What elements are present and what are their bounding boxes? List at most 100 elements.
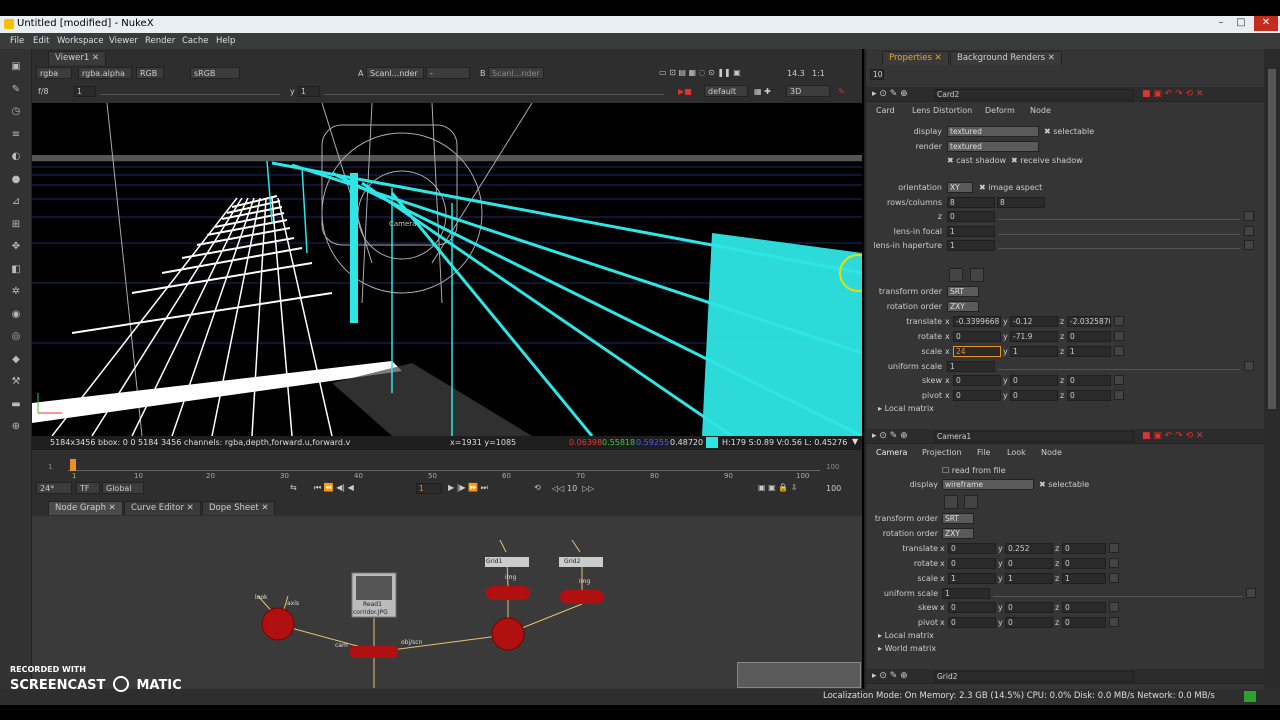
rotation-order-dropdown[interactable]: ZXY — [947, 301, 979, 312]
cache-icons[interactable]: ▣ ▣ 🔒 ⇩ — [758, 483, 797, 492]
camera-pivot-y-field[interactable]: 0 — [1005, 617, 1053, 628]
toolsets-tool-icon[interactable]: ⚒ — [10, 376, 22, 388]
uniform-scale-field[interactable]: 1 — [947, 361, 995, 372]
panel-buttons[interactable]: ■ ▣ ↶ ↷ ⟲ ✕ — [1142, 89, 1203, 99]
camera-pivot-z-field[interactable]: 0 — [1062, 617, 1106, 628]
node-graph-minimap[interactable] — [737, 662, 861, 688]
transform-handle-icon[interactable] — [970, 268, 984, 282]
translate-x-field[interactable]: -0.3399668 — [953, 316, 1001, 327]
camera-translate-z-field[interactable]: 0 — [1062, 543, 1106, 554]
tab-viewer1[interactable]: Viewer1 ✕ — [48, 51, 107, 65]
time-tool-icon[interactable]: ◷ — [10, 106, 22, 118]
other-tool-icon[interactable]: ▬ — [10, 399, 22, 411]
scale-z-field[interactable]: 1 — [1067, 346, 1111, 357]
read-from-file-checkbox[interactable]: ☐ read from file — [942, 466, 1006, 475]
camera-scale-x-field[interactable]: 1 — [948, 573, 996, 584]
camera-transform-order-dropdown[interactable]: SRT — [942, 513, 974, 524]
camera-pivot-x-field[interactable]: 0 — [948, 617, 996, 628]
views-tool-icon[interactable]: ◎ — [10, 331, 22, 343]
filter-tool-icon[interactable]: ● — [10, 174, 22, 186]
camera-rotate-y-field[interactable]: 0 — [1005, 558, 1053, 569]
camera-scale-animation-button[interactable] — [1109, 573, 1119, 583]
menu-help[interactable]: Help — [216, 36, 235, 46]
properties-scrollbar[interactable] — [1264, 49, 1280, 689]
camera-rotate-z-field[interactable]: 0 — [1062, 558, 1106, 569]
camera-skew-y-field[interactable]: 0 — [1005, 602, 1053, 613]
particles-tool-icon[interactable]: ✲ — [10, 286, 22, 298]
pivot-x-field[interactable]: 0 — [953, 390, 1001, 401]
camera-transform-handle-icon[interactable] — [964, 495, 978, 509]
rgb-dropdown[interactable]: RGB — [136, 67, 164, 79]
tab-dope-sheet[interactable]: Dope Sheet ✕ — [202, 501, 276, 515]
step-forward-icon[interactable]: ▷▷ — [582, 484, 594, 493]
scrollbar-thumb[interactable] — [1268, 69, 1276, 409]
lut-dropdown[interactable]: sRGB — [190, 67, 240, 79]
tab-deform[interactable]: Deform — [985, 106, 1015, 115]
cast-shadow-checkbox[interactable]: ✖ cast shadow — [947, 156, 1006, 165]
forward-controls[interactable]: ▶ |▶ ⏩ ⏭ — [448, 483, 488, 493]
display-dropdown[interactable]: textured — [947, 126, 1039, 137]
grid2-header-icons[interactable]: ▸ ⊙ ✎ ⊕ — [872, 671, 908, 681]
color-tool-icon[interactable]: ◐ — [10, 151, 22, 163]
card2-name-field[interactable]: Card2 — [934, 89, 1134, 100]
input-a-dropdown[interactable]: Scanl...nder — [366, 67, 424, 79]
grid2-name-field[interactable]: Grid2 — [934, 671, 1134, 682]
menu-edit[interactable]: Edit — [33, 36, 49, 46]
tab-node[interactable]: Node — [1030, 106, 1051, 115]
menu-viewer[interactable]: Viewer — [109, 36, 138, 46]
3d-tool-icon[interactable]: ◧ — [10, 264, 22, 276]
camera-translate-y-field[interactable]: 0.252 — [1005, 543, 1053, 554]
minimize-button[interactable]: – — [1212, 16, 1230, 31]
scene-node[interactable] — [491, 617, 525, 651]
camera-uniform-scale-slider[interactable] — [993, 589, 1243, 597]
camera-translate-x-field[interactable]: 0 — [948, 543, 996, 554]
deep-tool-icon[interactable]: ◉ — [10, 309, 22, 321]
image-aspect-checkbox[interactable]: ✖ image aspect — [979, 183, 1042, 192]
ratio-value[interactable]: 1:1 — [812, 69, 825, 78]
local-matrix-toggle[interactable]: ▸ Local matrix — [878, 404, 934, 413]
menu-cache[interactable]: Cache — [182, 36, 208, 46]
camera-rotation-order-dropdown[interactable]: ZXY — [942, 528, 974, 539]
tab-card[interactable]: Card — [876, 106, 895, 115]
camera-mode-dropdown[interactable]: default — [704, 85, 748, 97]
camera-node[interactable] — [350, 646, 398, 658]
lens-in-focal-animation-button[interactable] — [1244, 226, 1254, 236]
loop-icon[interactable]: ⟲ — [534, 483, 541, 492]
camera1-name-field[interactable]: Camera1 — [934, 431, 1134, 442]
pivot-y-field[interactable]: 0 — [1010, 390, 1058, 401]
camera-pivot-animation-button[interactable] — [1109, 617, 1119, 627]
camera-world-matrix-toggle[interactable]: ▸ World matrix — [878, 644, 936, 653]
camera-rotate-animation-button[interactable] — [1109, 558, 1119, 568]
lens-in-haperture-slider[interactable] — [998, 241, 1240, 249]
skew-y-field[interactable]: 0 — [1010, 375, 1058, 386]
card-node-1[interactable] — [486, 586, 530, 600]
close-button[interactable]: ✕ — [1254, 16, 1278, 31]
fstop-value[interactable]: f/8 — [38, 87, 49, 96]
skew-animation-button[interactable] — [1114, 375, 1124, 385]
tab-background-renders[interactable]: Background Renders ✕ — [950, 51, 1062, 65]
tab-look[interactable]: Look — [1007, 448, 1026, 457]
range-dropdown[interactable]: Global — [102, 482, 144, 494]
camera-selectable-checkbox[interactable]: ✖ selectable — [1039, 480, 1089, 489]
viewer-options-icons[interactable]: ▭ ⊡ ▤ ▦ ◌ ⊙ ❚❚ ▣ — [659, 68, 741, 77]
rotate-y-field[interactable]: -71.9 — [1010, 331, 1058, 342]
scale-x-field[interactable]: 24 — [953, 346, 1001, 357]
scale-y-field[interactable]: 1 — [1010, 346, 1058, 357]
playback-controls[interactable]: ⏮ ⏪ ◀| ◀ — [314, 483, 354, 493]
keyer-tool-icon[interactable]: ⊿ — [10, 196, 22, 208]
camera-skew-animation-button[interactable] — [1109, 602, 1119, 612]
render-dropdown[interactable]: textured — [947, 141, 1039, 152]
rows-field[interactable]: 8 — [947, 197, 995, 208]
axis-node[interactable] — [261, 607, 295, 641]
max-panels-field[interactable]: 10 — [870, 69, 884, 80]
gamma-slider[interactable] — [324, 87, 664, 95]
camera-skew-x-field[interactable]: 0 — [948, 602, 996, 613]
menu-file[interactable]: File — [10, 36, 24, 46]
channels-dropdown[interactable]: rgba — [36, 67, 72, 79]
gain-slider[interactable] — [100, 87, 280, 95]
current-frame-field[interactable]: 1 — [416, 483, 442, 494]
pencil-icon[interactable]: ✎ — [838, 87, 845, 96]
panel-header-icons[interactable]: ▸ ⊙ ✎ ⊕ — [872, 89, 908, 99]
camera-header-icons[interactable]: ▸ ⊙ ✎ ⊕ — [872, 431, 908, 441]
draw-tool-icon[interactable]: ✎ — [10, 84, 22, 96]
